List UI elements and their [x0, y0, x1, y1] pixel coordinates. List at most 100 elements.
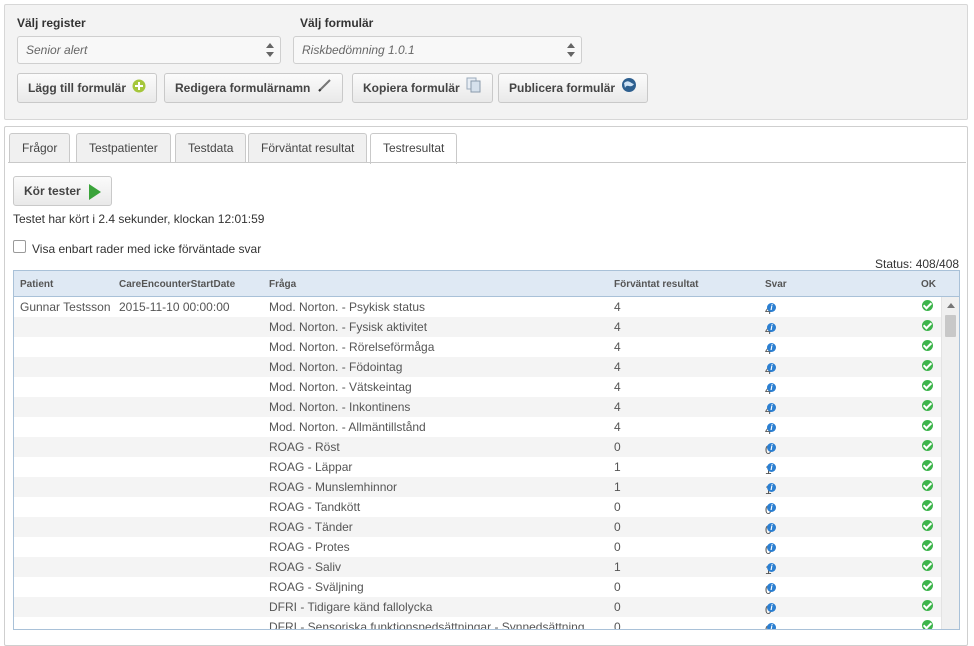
cell-expected: 0 [614, 580, 621, 594]
table-row: Mod. Norton. - Fysisk aktivitet44i [14, 317, 942, 337]
cell-expected: 4 [614, 340, 621, 354]
register-label: Välj register [17, 16, 86, 30]
info-icon[interactable]: i [767, 363, 776, 372]
run-info-text: Testet har kört i 2.4 sekunder, klockan … [13, 212, 265, 226]
info-icon[interactable]: i [767, 423, 776, 432]
cell-question: Mod. Norton. - Födointag [269, 360, 403, 374]
cell-expected: 4 [614, 300, 621, 314]
ok-check-icon [922, 340, 933, 351]
cell-question: ROAG - Röst [269, 440, 340, 454]
add-form-button[interactable]: Lägg till formulär [17, 73, 158, 103]
cell-patient: Gunnar Testsson [20, 300, 111, 314]
table-header: Patient CareEncounterStartDate Fråga För… [14, 271, 959, 297]
cell-question: ROAG - Läppar [269, 460, 353, 474]
info-icon[interactable]: i [767, 443, 776, 452]
rename-form-button[interactable]: Redigera formulärnamn [164, 73, 344, 103]
table-row: Mod. Norton. - Rörelseförmåga44i [14, 337, 942, 357]
table-scrollbar[interactable] [941, 297, 959, 629]
run-tests-label: Kör tester [24, 184, 81, 198]
table-row: Mod. Norton. - Vätskeintag44i [14, 377, 942, 397]
table-row: ROAG - Röst00i [14, 437, 942, 457]
info-icon[interactable]: i [767, 323, 776, 332]
table-row: ROAG - Läppar11i [14, 457, 942, 477]
ok-check-icon [922, 300, 933, 311]
copy-form-label: Kopiera formulär [363, 81, 460, 95]
filter-checkbox-label: Visa enbart rader med icke förväntade sv… [32, 242, 262, 256]
scroll-thumb[interactable] [945, 315, 956, 337]
info-icon[interactable]: i [767, 603, 776, 612]
add-form-label: Lägg till formulär [28, 81, 127, 95]
cell-question: ROAG - Protes [269, 540, 350, 554]
ok-check-icon [922, 360, 933, 371]
info-icon[interactable]: i [767, 523, 776, 532]
tab-testresultat[interactable]: Testresultat [370, 133, 458, 164]
pencil-icon [316, 75, 332, 103]
info-icon[interactable]: i [767, 503, 776, 512]
table-row: Gunnar Testsson 2015-11-10 00:00:00 Mod. N… [14, 297, 942, 317]
ok-check-icon [922, 480, 933, 491]
ok-check-icon [922, 440, 933, 451]
ok-check-icon [922, 420, 933, 431]
cell-date: 2015-11-10 00:00:00 [119, 300, 230, 314]
select-arrows-icon [567, 43, 575, 57]
info-icon[interactable]: i [767, 383, 776, 392]
select-arrows-icon [266, 43, 274, 57]
form-select-value: Riskbedömning 1.0.1 [302, 43, 415, 57]
cell-expected: 1 [614, 480, 621, 494]
table-row: ROAG - Sväljning00i [14, 577, 942, 597]
table-row: Mod. Norton. - Födointag44i [14, 357, 942, 377]
table-row: ROAG - Saliv11i [14, 557, 942, 577]
header-question[interactable]: Fråga [269, 279, 296, 290]
info-icon[interactable]: i [767, 463, 776, 472]
tab-testdata[interactable]: Testdata [175, 133, 247, 163]
table-row: DFRI - Sensoriska funktionsnedsättningar… [14, 617, 942, 629]
ok-check-icon [922, 400, 933, 411]
cell-expected: 0 [614, 500, 621, 514]
cell-question: Mod. Norton. - Fysisk aktivitet [269, 320, 428, 334]
cell-expected: 4 [614, 400, 621, 414]
scroll-up-icon[interactable] [947, 303, 955, 308]
cell-question: Mod. Norton. - Vätskeintag [269, 380, 412, 394]
cell-question: DFRI - Tidigare känd fallolycka [269, 600, 433, 614]
table-row: Mod. Norton. - Allmäntillstånd44i [14, 417, 942, 437]
tab-testpatienter[interactable]: Testpatienter [76, 133, 171, 163]
header-date[interactable]: CareEncounterStartDate [119, 279, 235, 290]
cell-expected: 4 [614, 380, 621, 394]
header-ok[interactable]: OK [921, 279, 936, 290]
ok-check-icon [922, 580, 933, 591]
ok-check-icon [922, 500, 933, 511]
info-icon[interactable]: i [767, 543, 776, 552]
header-expected[interactable]: Förväntat resultat [614, 279, 698, 290]
table-row: ROAG - Tänder00i [14, 517, 942, 537]
info-icon[interactable]: i [767, 303, 776, 312]
header-answer[interactable]: Svar [765, 279, 787, 290]
publish-form-label: Publicera formulär [509, 81, 616, 95]
copy-form-button[interactable]: Kopiera formulär [352, 73, 493, 103]
cell-question: Mod. Norton. - Psykisk status [269, 300, 426, 314]
status-text: Status: 408/408 [875, 257, 960, 271]
info-icon[interactable]: i [767, 583, 776, 592]
table-body: Gunnar Testsson 2015-11-10 00:00:00 Mod. N… [14, 297, 942, 629]
info-icon[interactable]: i [767, 403, 776, 412]
publish-form-button[interactable]: Publicera formulär [498, 73, 649, 103]
ok-check-icon [922, 560, 933, 571]
ok-check-icon [922, 460, 933, 471]
results-table: Patient CareEncounterStartDate Fråga För… [13, 270, 960, 630]
tab-fragor[interactable]: Frågor [9, 133, 71, 163]
cell-expected: 0 [614, 520, 621, 534]
table-row: DFRI - Tidigare känd fallolycka00i [14, 597, 942, 617]
info-icon[interactable]: i [767, 563, 776, 572]
filter-checkbox[interactable] [13, 240, 26, 253]
cell-question: ROAG - Saliv [269, 560, 342, 574]
copy-icon [466, 75, 482, 103]
info-icon[interactable]: i [767, 483, 776, 492]
header-patient[interactable]: Patient [20, 279, 53, 290]
tab-divider [8, 162, 966, 163]
info-icon[interactable]: i [767, 343, 776, 352]
register-select[interactable]: Senior alert [17, 36, 281, 64]
tab-forvantat-resultat[interactable]: Förväntat resultat [248, 133, 368, 163]
plus-circle-icon [132, 75, 146, 103]
cell-expected: 0 [614, 440, 621, 454]
run-tests-button[interactable]: Kör tester [13, 176, 112, 206]
form-select[interactable]: Riskbedömning 1.0.1 [293, 36, 582, 64]
